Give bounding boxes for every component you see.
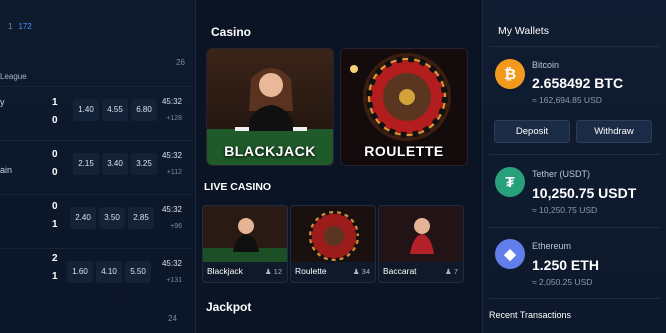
bitcoin-name: Bitcoin [532, 60, 560, 70]
odds-home-button[interactable]: 1.40 [73, 99, 99, 121]
match-time: 45:32 [161, 97, 182, 106]
away-score: 1 [52, 271, 58, 282]
live-baccarat-users: ♟ 7 [445, 267, 458, 276]
home-score: 0 [52, 149, 58, 160]
league-label[interactable]: League [0, 72, 27, 81]
odds-draw-button[interactable]: 3.40 [102, 153, 128, 175]
live-blackjack-card[interactable]: Blackjack ♟ 12 [202, 205, 288, 283]
match-row[interactable]: 0 1 2.40 3.50 2.85 45:32 +96 [0, 194, 192, 248]
live-blackjack-name: Blackjack [207, 266, 243, 276]
live-blackjack-dealer-image [203, 206, 287, 262]
live-roulette-users: ♟ 34 [352, 267, 370, 276]
live-roulette-name: Roulette [295, 266, 327, 276]
away-score: 0 [52, 167, 58, 178]
away-score: 1 [52, 219, 58, 230]
ethereum-icon: ◆ [495, 239, 525, 269]
tether-balance: 10,250.75 USDT [532, 185, 637, 201]
odds-away-button[interactable]: 3.25 [131, 153, 157, 175]
more-markets-link[interactable]: +128 [166, 115, 182, 122]
odds-home-button[interactable]: 2.15 [73, 153, 99, 175]
match-time: 45:32 [161, 205, 182, 214]
ethereum-usd-value: ≈ 2,050.25 USD [532, 277, 593, 287]
sports-panel: 1 172 26 League y 1 0 1.40 4.55 6.80 45:… [0, 0, 196, 333]
deposit-button[interactable]: Deposit [494, 120, 570, 143]
league-count-bottom: 24 [168, 314, 177, 323]
bitcoin-icon: ₿ [495, 59, 525, 89]
live-baccarat-card[interactable]: Baccarat ♟ 7 [378, 205, 464, 283]
divider [489, 46, 660, 47]
roulette-label: ROULETTE [364, 143, 444, 159]
casino-panel: Casino BLACKJACK ROULETTE LIVE CASINO Bl… [198, 0, 476, 333]
team-name: ain [0, 165, 13, 175]
roulette-featured-card[interactable]: ROULETTE [340, 48, 468, 166]
league-count: 26 [176, 58, 185, 67]
divider [489, 154, 660, 155]
more-markets-link[interactable]: +112 [167, 169, 182, 176]
more-markets-link[interactable]: +96 [170, 223, 182, 230]
home-score: 0 [52, 201, 58, 212]
match-time: 45:32 [161, 151, 182, 160]
live-casino-title: LIVE CASINO [204, 181, 272, 193]
wallets-panel: My Wallets ₿ Bitcoin 2.658492 BTC ≈ 162,… [482, 0, 666, 333]
odds-away-button[interactable]: 6.80 [131, 99, 157, 121]
match-row[interactable]: 2 1 1.60 4.10 5.50 45:32 +131 [0, 248, 192, 302]
odds-away-button[interactable]: 5.50 [125, 261, 151, 283]
odds-home-button[interactable]: 2.40 [70, 207, 96, 229]
ethereum-balance: 1.250 ETH [532, 257, 599, 273]
home-score: 1 [52, 97, 58, 108]
more-markets-link[interactable]: +131 [166, 277, 182, 284]
odds-away-button[interactable]: 2.85 [128, 207, 154, 229]
withdraw-button[interactable]: Withdraw [576, 120, 652, 143]
recent-transactions-title[interactable]: Recent Transactions [489, 310, 571, 320]
casino-title: Casino [211, 25, 252, 39]
live-roulette-wheel-image [291, 206, 375, 262]
match-time: 45:32 [161, 259, 182, 268]
ethereum-name: Ethereum [532, 241, 572, 251]
sports-header-count: 1 [8, 22, 13, 31]
blackjack-label: BLACKJACK [224, 143, 316, 159]
odds-draw-button[interactable]: 3.50 [99, 207, 125, 229]
team-name: y [0, 97, 5, 107]
odds-draw-button[interactable]: 4.55 [102, 99, 128, 121]
blackjack-featured-card[interactable]: BLACKJACK [206, 48, 334, 166]
bitcoin-usd-value: ≈ 162,694.85 USD [532, 95, 602, 105]
tether-icon: ₮ [495, 167, 525, 197]
sports-live-count[interactable]: 172 [18, 22, 31, 31]
odds-home-button[interactable]: 1.60 [67, 261, 93, 283]
match-row[interactable]: y 1 0 1.40 4.55 6.80 45:32 +128 [0, 86, 192, 140]
odds-draw-button[interactable]: 4.10 [96, 261, 122, 283]
wallets-title: My Wallets [498, 25, 549, 37]
live-blackjack-users: ♟ 12 [264, 267, 282, 276]
divider [489, 298, 660, 299]
live-baccarat-name: Baccarat [383, 266, 417, 276]
sports-header: 1 172 [8, 22, 32, 31]
live-baccarat-dealer-image [379, 206, 463, 262]
home-score: 2 [52, 253, 58, 264]
live-roulette-card[interactable]: Roulette ♟ 34 [290, 205, 376, 283]
tether-name: Tether (USDT) [532, 169, 591, 179]
bitcoin-balance: 2.658492 BTC [532, 75, 624, 91]
tether-usd-value: ≈ 10,250.75 USD [532, 205, 598, 215]
jackpot-title: Jackpot [206, 300, 252, 314]
away-score: 0 [52, 115, 58, 126]
match-row[interactable]: ain 0 0 2.15 3.40 3.25 45:32 +112 [0, 140, 192, 194]
divider [489, 227, 660, 228]
